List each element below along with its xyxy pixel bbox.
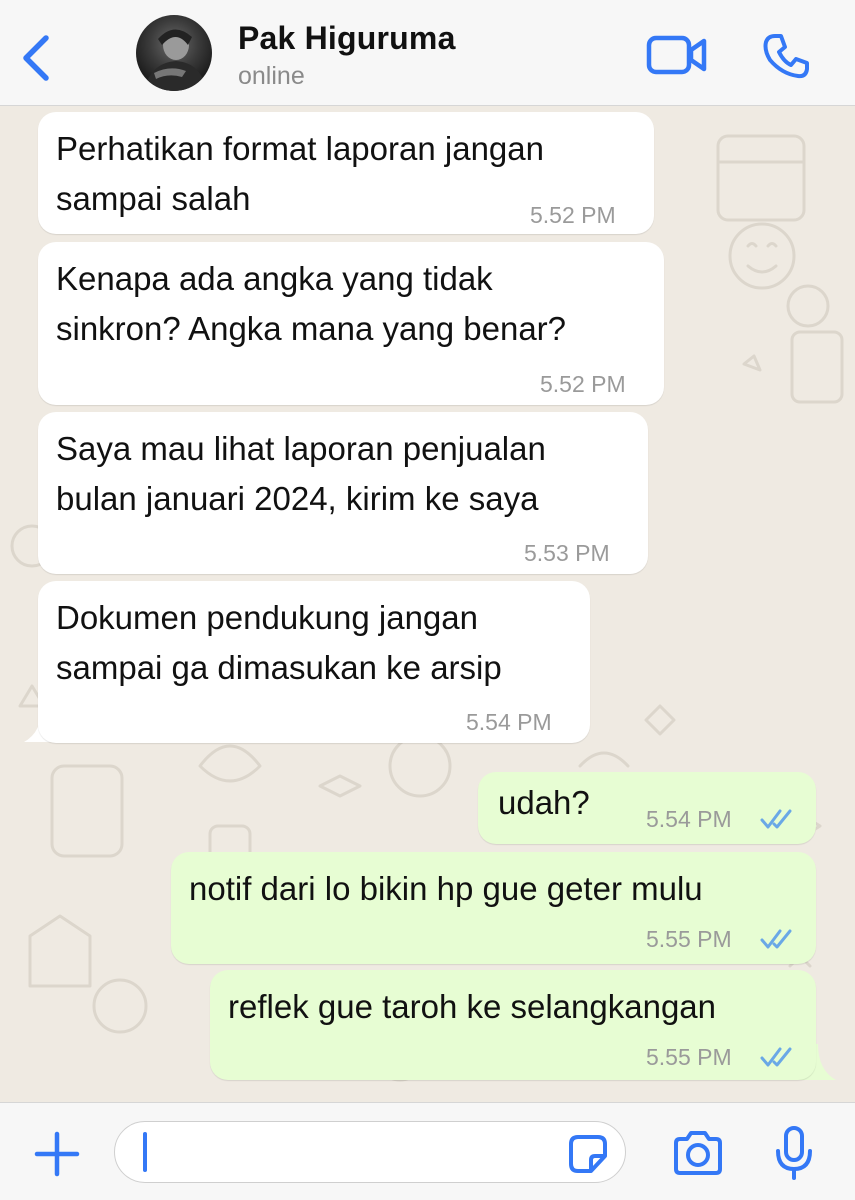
message-text: udah?	[498, 784, 590, 821]
message-input[interactable]	[114, 1121, 626, 1183]
message-timestamp: 5.52 PM	[530, 202, 616, 228]
message-timestamp: 5.53 PM	[524, 540, 610, 566]
message-list[interactable]: Perhatikan format laporan jangan sampai …	[0, 106, 855, 1102]
read-receipt-icon	[760, 809, 792, 829]
message-timestamp: 5.54 PM	[466, 709, 552, 735]
camera-icon[interactable]	[672, 1131, 724, 1175]
message-text: reflek gue taroh ke selangkangan	[228, 988, 717, 1025]
message-text: notif dari lo bikin hp gue geter mulu	[189, 870, 703, 907]
sticker-icon[interactable]	[567, 1134, 609, 1174]
message-bubble-incoming[interactable]: Saya mau lihat laporan penjualan bulan j…	[38, 412, 648, 574]
read-receipt-icon	[760, 929, 792, 949]
message-bubble-outgoing[interactable]: notif dari lo bikin hp gue geter mulu 5.…	[171, 852, 816, 964]
read-receipt-icon	[760, 1047, 792, 1067]
chevron-left-icon[interactable]	[16, 32, 56, 84]
message-timestamp: 5.55 PM	[646, 1044, 732, 1070]
message-input-bar	[0, 1102, 855, 1200]
message-timestamp: 5.52 PM	[540, 371, 626, 397]
chat-header: Pak Higuruma online	[0, 0, 855, 106]
message-bubble-outgoing[interactable]: reflek gue taroh ke selangkangan 5.55 PM	[210, 970, 816, 1080]
message-timestamp: 5.54 PM	[646, 806, 732, 832]
message-bubble-outgoing[interactable]: udah? 5.54 PM	[478, 772, 816, 844]
contact-avatar[interactable]	[136, 15, 212, 91]
video-call-icon[interactable]	[646, 33, 708, 77]
plus-icon[interactable]	[34, 1131, 80, 1177]
microphone-icon[interactable]	[774, 1125, 814, 1181]
message-text: Saya mau lihat laporan penjualan bulan j…	[56, 430, 546, 517]
phone-icon[interactable]	[762, 32, 810, 80]
message-text: Perhatikan format laporan jangan sampai …	[56, 130, 544, 217]
text-caret	[143, 1132, 147, 1172]
message-text: Kenapa ada angka yang tidak sinkron? Ang…	[56, 260, 567, 347]
message-bubble-incoming[interactable]: Kenapa ada angka yang tidak sinkron? Ang…	[38, 242, 664, 405]
message-bubble-incoming[interactable]: Dokumen pendukung jangan sampai ga dimas…	[38, 581, 590, 743]
message-timestamp: 5.55 PM	[646, 926, 732, 952]
message-text: Dokumen pendukung jangan sampai ga dimas…	[56, 599, 502, 686]
contact-status: online	[238, 62, 305, 90]
contact-name[interactable]: Pak Higuruma	[238, 20, 456, 57]
message-bubble-incoming[interactable]: Perhatikan format laporan jangan sampai …	[38, 112, 654, 234]
